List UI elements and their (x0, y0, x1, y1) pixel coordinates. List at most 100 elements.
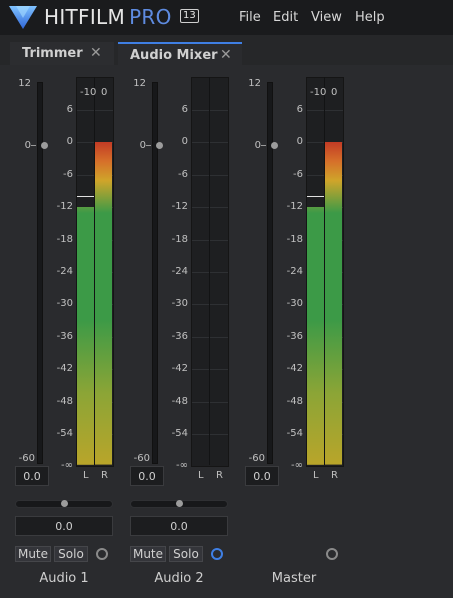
menu-file[interactable]: File (239, 10, 261, 25)
meter-scale-label: 0 (181, 136, 188, 148)
meter-bar-right (95, 142, 112, 465)
meter-scale-label: 0 (296, 136, 303, 148)
channel-name: Master (271, 571, 317, 586)
peak-hold-marker (307, 196, 324, 198)
solo-button[interactable]: Solo (169, 546, 203, 562)
fader-scale-zero: 0 (254, 140, 261, 151)
version-badge: 13 (180, 9, 199, 23)
meter-scale-label: -∞ (291, 460, 303, 471)
app-brand: HITFILM PRO (44, 5, 172, 29)
meter-gridline (192, 369, 228, 371)
record-arm-icon[interactable] (96, 548, 108, 560)
channel-label-left: L (313, 470, 319, 481)
mixer-strip: 12 0 -60 6 0 -6 -12 -18 -24 -30 -36 -42 -48 -54 -∞ L R 0.… (115, 65, 230, 598)
peak-label-left: -10 (310, 87, 327, 98)
meter-scale-label: 6 (181, 104, 188, 115)
panel-tabs: Trimmer ✕ Audio Mixer ✕ (0, 35, 453, 65)
channel-label-left: L (198, 470, 204, 481)
fader-scale-bottom: -60 (18, 453, 35, 464)
meter-scale-label: -48 (171, 395, 188, 407)
pan-value-field[interactable]: 0.0 (15, 516, 113, 536)
fader-zero-tick (31, 145, 36, 146)
meter-scale-label: -12 (286, 201, 303, 213)
meter-divider (209, 77, 210, 465)
close-trimmer-icon[interactable]: ✕ (90, 45, 102, 61)
mute-button[interactable]: Mute (15, 546, 51, 562)
meter-scale-label: -48 (56, 395, 73, 407)
title-bar: HITFILM PRO 13 File Edit View Help (0, 0, 453, 35)
meter-gridline (192, 142, 228, 144)
meter-scale-label: -54 (286, 428, 303, 439)
close-audio-mixer-icon[interactable]: ✕ (220, 47, 232, 63)
pan-value-field[interactable]: 0.0 (130, 516, 228, 536)
meter-scale-label: -18 (56, 233, 73, 245)
volume-fader-track[interactable] (152, 82, 158, 464)
meter-scale-label: -12 (56, 201, 73, 213)
volume-value-field[interactable]: 0.0 (245, 466, 279, 486)
tab-audio-mixer[interactable]: Audio Mixer ✕ (118, 42, 242, 65)
meter-gridline (192, 336, 228, 338)
fader-scale-bottom: -60 (248, 453, 265, 464)
volume-fader-track[interactable] (37, 82, 43, 464)
peak-hold-marker (77, 196, 94, 198)
volume-fader-track[interactable] (267, 82, 273, 464)
meter-gridline (192, 434, 228, 435)
fader-scale-zero: 0 (139, 140, 146, 151)
menu-view[interactable]: View (311, 10, 342, 25)
fader-zero-tick (146, 145, 151, 146)
meter-scale-label: -48 (286, 395, 303, 407)
meter-bar-left (307, 207, 324, 465)
record-arm-icon[interactable] (211, 548, 223, 560)
mixer-strip: 12 0 -60 6 0 -6 -12 -18 -24 -30 -36 -42 -48 -54 -∞ -10 0… (0, 65, 115, 598)
meter-scale-label: -54 (171, 428, 188, 439)
menu-help[interactable]: Help (355, 10, 385, 25)
meter-scale-label: -6 (293, 168, 303, 180)
volume-fader-knob[interactable] (271, 142, 278, 149)
meter-scale-label: -∞ (176, 460, 188, 471)
meter-scale-label: -30 (171, 298, 188, 310)
record-arm-icon[interactable] (326, 548, 338, 560)
pan-knob[interactable] (176, 500, 183, 507)
peak-label-right: 0 (101, 87, 108, 98)
channel-name: Audio 1 (39, 571, 89, 586)
meter-scale-label: -24 (286, 266, 303, 277)
meter-gridline (192, 304, 228, 306)
meter-scale-label: -12 (171, 201, 188, 213)
pan-knob[interactable] (61, 500, 68, 507)
audio-mixer-panel: 12 0 -60 6 0 -6 -12 -18 -24 -30 -36 -42 -48 -54 -∞ -10 0… (0, 65, 453, 598)
meter-scale-label: -42 (286, 363, 303, 375)
menu-edit[interactable]: Edit (273, 10, 298, 25)
meter-scale-label: -42 (56, 363, 73, 375)
hitfilm-logo-icon (9, 6, 37, 29)
solo-button[interactable]: Solo (54, 546, 88, 562)
mute-button[interactable]: Mute (130, 546, 166, 562)
fader-zero-tick (261, 145, 266, 146)
channel-label-right: R (331, 470, 338, 481)
meter-scale-label: -6 (63, 168, 73, 180)
volume-fader-knob[interactable] (41, 142, 48, 149)
meter-gridline (192, 272, 228, 273)
meter-gridline (192, 401, 228, 403)
meter-gridline (307, 110, 343, 111)
volume-value-field[interactable]: 0.0 (15, 466, 49, 486)
volume-value-field[interactable]: 0.0 (130, 466, 164, 486)
volume-fader-knob[interactable] (156, 142, 163, 149)
meter-scale-label: -42 (171, 363, 188, 375)
meter-gridline (77, 110, 113, 111)
meter-scale-label: -18 (171, 233, 188, 245)
peak-label-left: -10 (80, 87, 97, 98)
meter-gridline (192, 239, 228, 241)
meter-scale-label: 6 (66, 104, 73, 115)
fader-scale-top: 12 (248, 78, 261, 89)
fader-scale-zero: 0 (24, 140, 31, 151)
peak-label-right: 0 (331, 87, 338, 98)
meter-gridline (192, 174, 228, 176)
tab-trimmer[interactable]: Trimmer ✕ (10, 42, 114, 65)
meter-scale-label: -18 (286, 233, 303, 245)
fader-scale-top: 12 (133, 78, 146, 89)
meter-scale-label: -30 (286, 298, 303, 310)
mixer-strip: 12 0 -60 6 0 -6 -12 -18 -24 -30 -36 -42 -48 -54 -∞ -10 0… (230, 65, 345, 598)
channel-label-right: R (216, 470, 223, 481)
meter-scale-label: -24 (171, 266, 188, 277)
meter-scale-label: -36 (56, 330, 73, 342)
